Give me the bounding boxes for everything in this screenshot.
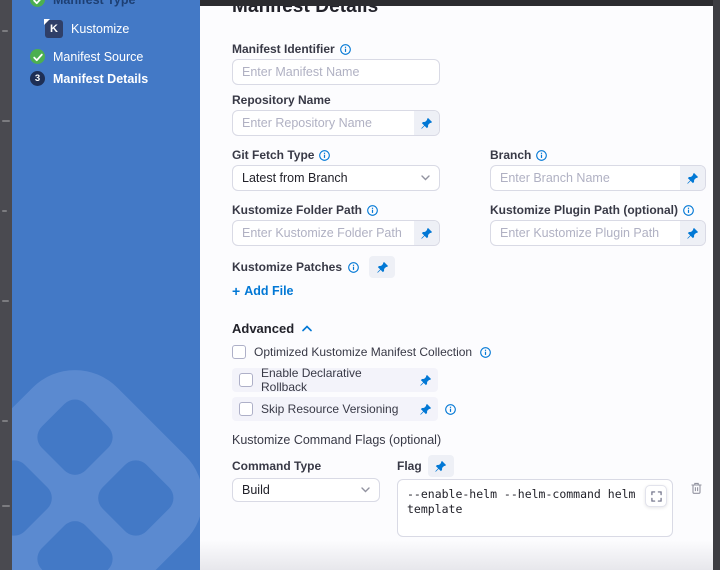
bottom-fade	[200, 540, 714, 570]
runtime-input-pin-button[interactable]	[414, 111, 439, 135]
patches-pin-button[interactable]	[369, 256, 395, 278]
info-icon[interactable]	[348, 262, 359, 273]
info-icon[interactable]	[367, 205, 378, 216]
command-type-select[interactable]: Build	[232, 478, 380, 502]
skip-versioning-checkbox[interactable]	[239, 402, 253, 416]
kustomize-folder-path-field	[232, 220, 440, 246]
dimmed-page-strip	[0, 0, 12, 570]
flag-label: Flag	[397, 459, 422, 473]
advanced-label: Advanced	[232, 321, 294, 336]
kustomize-icon: K	[45, 20, 63, 38]
step-label: Manifest Type	[53, 0, 135, 7]
kustomize-plugin-path-input[interactable]	[491, 221, 680, 245]
chevron-down-icon	[361, 487, 370, 493]
info-icon[interactable]	[340, 44, 351, 55]
info-icon[interactable]	[319, 150, 330, 161]
command-type-label: Command Type	[232, 459, 321, 473]
step-number-badge: 3	[30, 71, 45, 86]
info-icon[interactable]	[445, 404, 456, 415]
kustomize-plugin-path-field	[490, 220, 706, 246]
flag-pin-button[interactable]	[428, 455, 454, 477]
manifest-details-panel: Manifest Details Manifest Identifier Rep…	[200, 0, 714, 570]
branch-label: Branch	[490, 148, 531, 162]
skip-versioning-row: Skip Resource Versioning	[232, 397, 438, 421]
kustomize-folder-path-label: Kustomize Folder Path	[232, 203, 362, 217]
step-label: Kustomize	[71, 22, 129, 36]
branch-input[interactable]	[491, 166, 680, 190]
step-manifest-details[interactable]: 3 Manifest Details	[30, 71, 148, 86]
chevron-down-icon	[421, 175, 430, 181]
step-manifest-type[interactable]: Manifest Type	[30, 0, 135, 7]
manifest-identifier-label: Manifest Identifier	[232, 42, 335, 56]
optimized-collection-label: Optimized Kustomize Manifest Collection	[254, 345, 472, 359]
kustomize-patches-label: Kustomize Patches	[232, 260, 342, 274]
runtime-input-pin-button[interactable]	[419, 403, 432, 416]
dimmed-page-right	[713, 0, 720, 570]
check-icon	[30, 49, 45, 64]
declarative-rollback-row: Enable Declarative Rollback	[232, 368, 438, 392]
expand-icon[interactable]	[645, 485, 667, 507]
check-icon	[30, 0, 45, 7]
git-fetch-type-select[interactable]: Latest from Branch	[232, 165, 440, 191]
repository-name-label: Repository Name	[232, 93, 331, 107]
flag-textarea[interactable]: --enable-helm --helm-command helm templa…	[397, 479, 673, 537]
step-label: Manifest Source	[53, 50, 143, 64]
skip-versioning-label: Skip Resource Versioning	[261, 402, 398, 416]
plus-icon: +	[232, 283, 240, 299]
repository-name-input[interactable]	[233, 111, 414, 135]
step-manifest-source[interactable]: Manifest Source	[30, 49, 143, 64]
kustomize-plugin-path-label: Kustomize Plugin Path (optional)	[490, 203, 678, 217]
advanced-toggle[interactable]: Advanced	[232, 321, 714, 336]
runtime-input-pin-button[interactable]	[419, 374, 432, 387]
runtime-input-pin-button[interactable]	[414, 221, 439, 245]
info-icon[interactable]	[683, 205, 694, 216]
delete-icon[interactable]	[690, 481, 703, 495]
kustomize-folder-path-input[interactable]	[233, 221, 414, 245]
step-label: Manifest Details	[53, 72, 148, 86]
wizard-sidebar: Manifest Type K Kustomize Manifest Sourc…	[12, 0, 200, 570]
optimized-collection-checkbox[interactable]	[232, 345, 246, 359]
info-icon[interactable]	[536, 150, 547, 161]
runtime-input-pin-button[interactable]	[680, 221, 705, 245]
command-flags-label: Kustomize Command Flags (optional)	[232, 433, 441, 447]
branch-field	[490, 165, 706, 191]
repository-name-field	[232, 110, 440, 136]
step-kustomize[interactable]: K Kustomize	[45, 20, 129, 38]
manifest-identifier-input[interactable]	[232, 59, 440, 85]
dimmed-page-top	[200, 0, 720, 6]
declarative-rollback-label: Enable Declarative Rollback	[261, 366, 403, 394]
add-file-link[interactable]: + Add File	[232, 283, 294, 299]
chevron-up-icon	[302, 325, 312, 332]
harness-logo-watermark	[12, 348, 200, 570]
runtime-input-pin-button[interactable]	[680, 166, 705, 190]
git-fetch-type-label: Git Fetch Type	[232, 148, 314, 162]
info-icon[interactable]	[480, 347, 491, 358]
declarative-rollback-checkbox[interactable]	[239, 373, 253, 387]
